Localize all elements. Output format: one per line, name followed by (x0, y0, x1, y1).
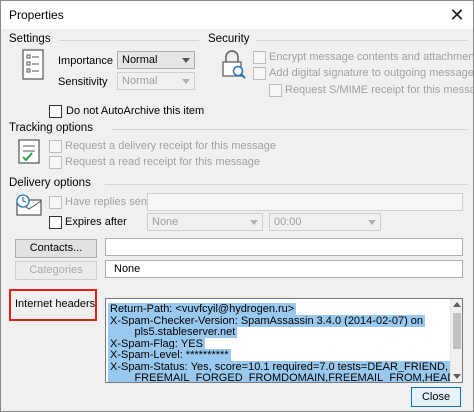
encrypt-label: Encrypt message contents and attachments (269, 51, 474, 63)
replies-checkbox[interactable] (49, 196, 62, 209)
lock-magnifier-icon (222, 50, 246, 79)
internet-headers-label: Internet headers (15, 298, 96, 310)
importance-value: Normal (122, 54, 158, 66)
digital-signature-label: Add digital signature to outgoing messag… (269, 67, 474, 79)
internet-headers-textbox[interactable]: Return-Path: <vuvfcyil@hydrogen.ru> X-Spa… (105, 298, 463, 383)
header-line: X-Spam-Flag: YES (108, 337, 205, 350)
tracking-separator (111, 129, 467, 130)
expires-checkbox[interactable] (49, 216, 62, 229)
importance-label: Importance (58, 55, 114, 67)
autoarchive-label: Do not AutoArchive this item (66, 105, 205, 117)
importance-dropdown[interactable]: Normal (117, 51, 195, 69)
chevron-down-icon (368, 220, 376, 225)
categories-field[interactable]: None (105, 260, 463, 278)
sensitivity-dropdown[interactable]: Normal (117, 72, 195, 90)
sensitivity-label: Sensitivity (58, 76, 108, 88)
categories-button[interactable]: Categories (15, 261, 97, 280)
settings-separator (59, 40, 199, 41)
header-line: X-Spam-Checker-Version: SpamAssassin 3.4… (108, 314, 426, 327)
settings-heading: Settings (9, 33, 51, 45)
header-line: X-Spam-Level: ********** (108, 349, 231, 361)
header-line: pls5.stableserver.net (108, 326, 238, 338)
properties-dialog: Properties ✕ Settings Importance Normal … (0, 0, 474, 412)
document-list-icon (22, 49, 44, 80)
autoarchive-checkbox[interactable] (49, 105, 62, 118)
close-button[interactable]: Close (411, 387, 461, 407)
delivery-heading: Delivery options (9, 177, 91, 189)
security-separator (256, 40, 467, 41)
delivery-separator (105, 184, 467, 185)
contacts-button[interactable]: Contacts... (15, 239, 97, 258)
header-line: Return-Path: <vuvfcyil@hydrogen.ru> (108, 303, 297, 315)
read-receipt-checkbox[interactable] (49, 156, 62, 169)
header-line: X-Spam-Status: Yes, score=10.1 required=… (108, 360, 451, 373)
read-receipt-label: Request a read receipt for this message (65, 156, 261, 168)
title-bar: Properties ✕ (1, 1, 473, 29)
scroll-thumb[interactable] (453, 313, 461, 349)
delivery-receipt-checkbox[interactable] (49, 140, 62, 153)
delivery-receipt-label: Request a delivery receipt for this mess… (65, 140, 276, 152)
window-title: Properties (9, 8, 64, 22)
chevron-down-icon (182, 79, 190, 84)
expires-label: Expires after (65, 216, 127, 228)
expires-date-dropdown[interactable]: None (147, 213, 263, 231)
chevron-down-icon (182, 58, 190, 63)
expires-time-value: 00:00 (274, 216, 302, 228)
sensitivity-value: Normal (122, 75, 158, 87)
header-line: FREEMAIL_FORGED_FROMDOMAIN,FREEMAIL_FROM… (108, 372, 462, 382)
checklist-icon (18, 139, 40, 164)
replies-field[interactable] (147, 193, 463, 211)
smime-receipt-checkbox[interactable] (269, 84, 282, 97)
chevron-down-icon (250, 220, 258, 225)
contacts-field[interactable] (105, 238, 463, 256)
encrypt-checkbox[interactable] (253, 51, 266, 64)
categories-value: None (114, 263, 141, 275)
expires-date-value: None (152, 216, 179, 228)
security-heading: Security (208, 33, 250, 45)
tracking-heading: Tracking options (9, 122, 93, 134)
digital-signature-checkbox[interactable] (253, 67, 266, 80)
expires-time-dropdown[interactable]: 00:00 (269, 213, 381, 231)
close-window-icon[interactable]: ✕ (445, 4, 469, 26)
scroll-up-icon[interactable] (453, 302, 461, 307)
scroll-down-icon[interactable] (453, 374, 461, 379)
headers-scrollbar[interactable] (450, 299, 462, 382)
clock-envelope-icon (16, 194, 42, 216)
smime-receipt-label: Request S/MIME receipt for this message (285, 84, 474, 96)
